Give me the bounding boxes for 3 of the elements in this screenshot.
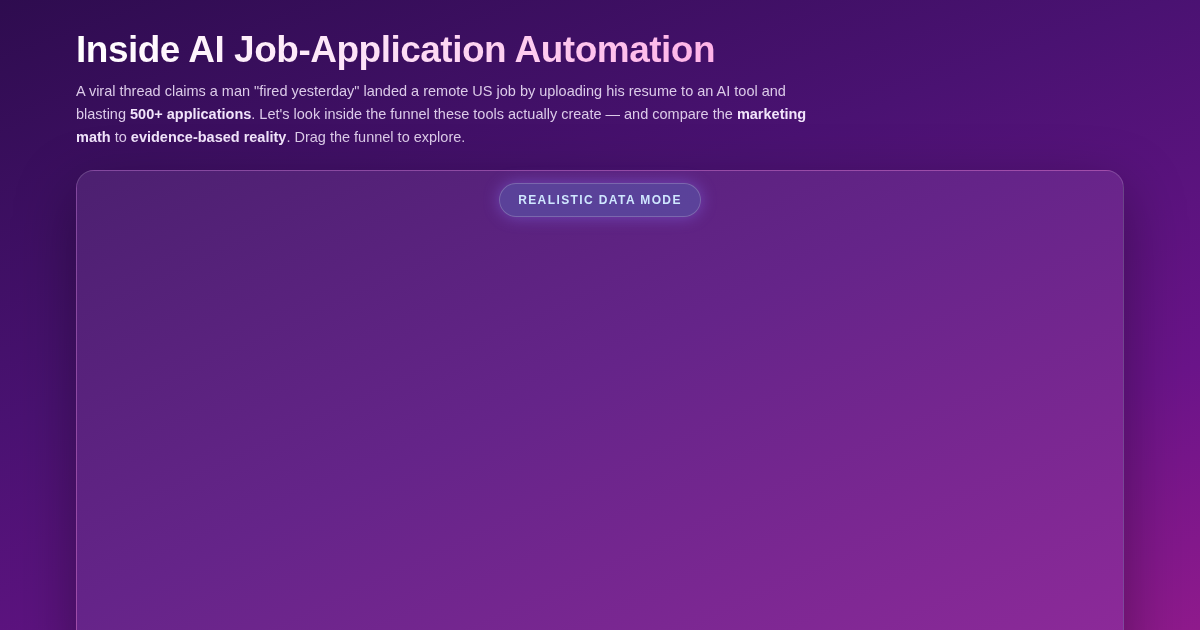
funnel-panel[interactable]: REALISTIC DATA MODE [76, 170, 1124, 630]
intro-paragraph: A viral thread claims a man "fired yesterday" landed a remote US job by uploading his resume to an AI tool and blasting 500+ applications. Let's look inside the funnel these tools actually create — and compare the marketing math to evidence-based reality. Drag the funnel to explore. [76, 82, 808, 147]
mode-badge: REALISTIC DATA MODE [499, 183, 701, 217]
